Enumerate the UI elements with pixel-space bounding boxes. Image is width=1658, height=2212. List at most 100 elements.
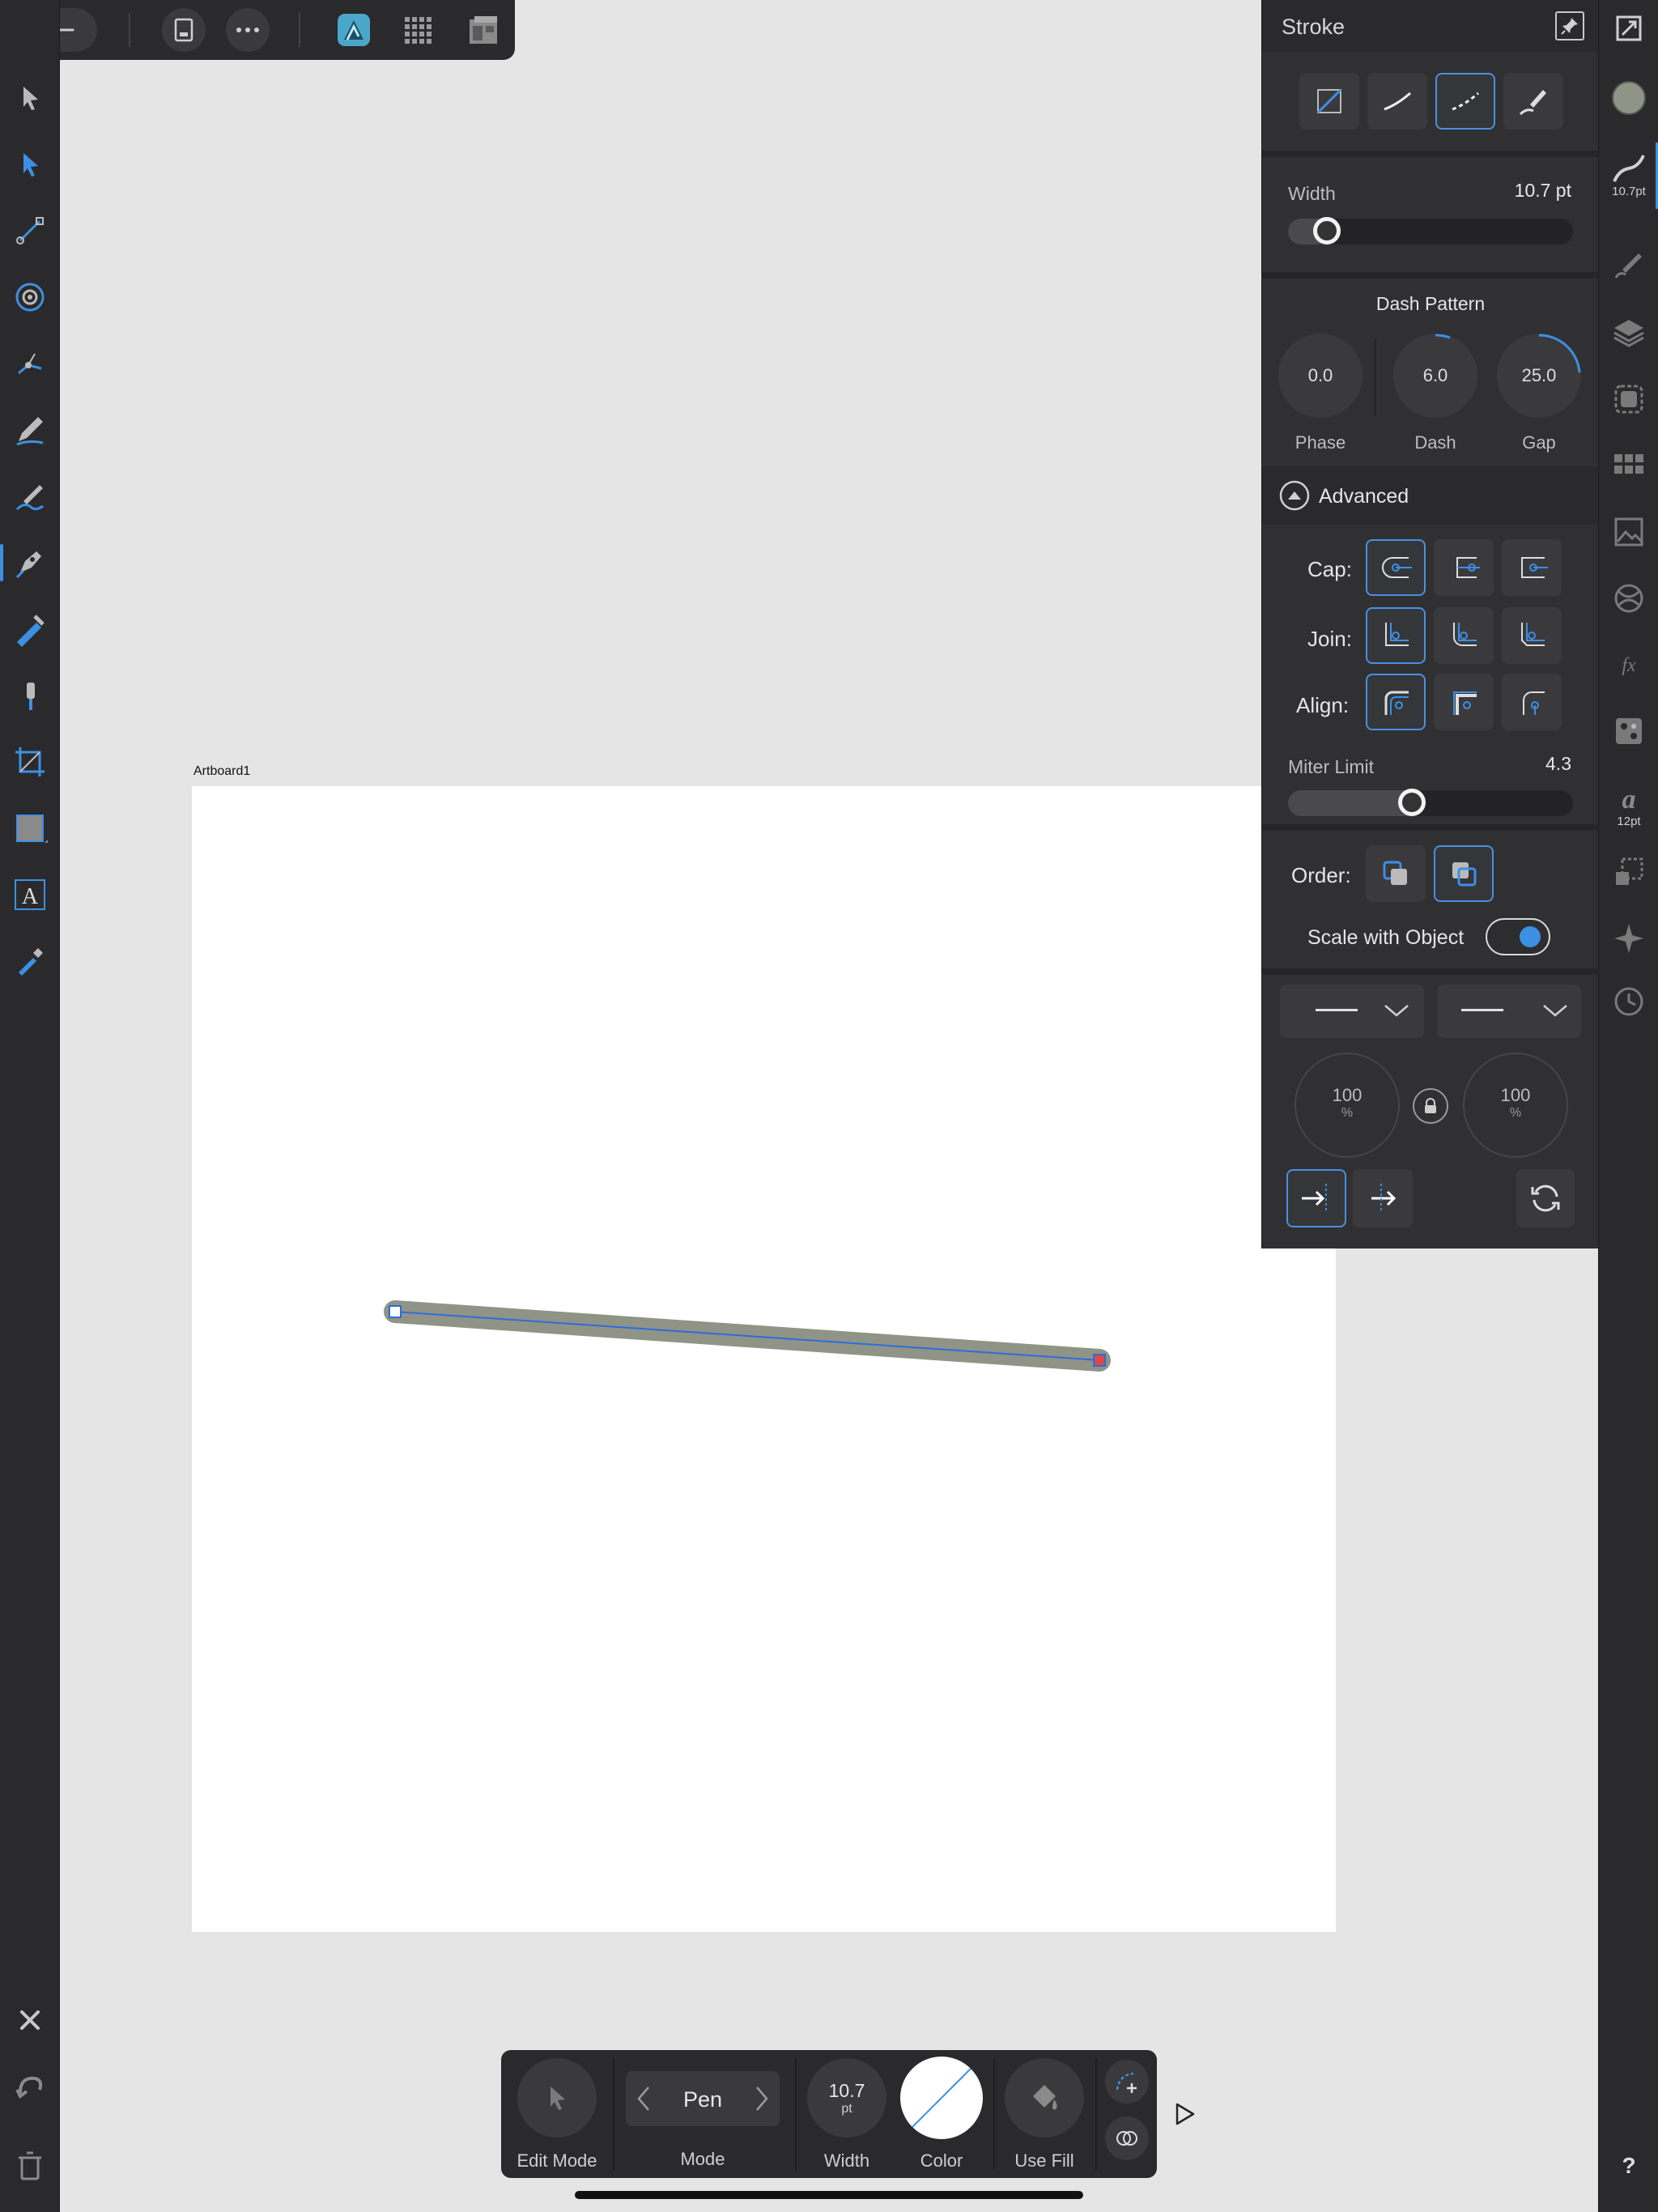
transparency-tool[interactable] [5, 670, 55, 721]
stroke-studio-button[interactable]: 10.7pt [1604, 138, 1654, 211]
undo-icon [15, 2076, 43, 2099]
edit-mode-button[interactable] [517, 2058, 597, 2138]
collapse-icon [1279, 480, 1310, 511]
align-outside-button[interactable] [1502, 674, 1562, 730]
cap-butt-button[interactable] [1366, 539, 1426, 596]
brushes-studio-button[interactable] [1604, 240, 1654, 290]
combine-button[interactable] [1105, 2116, 1149, 2160]
link-scale-button[interactable] [1413, 1088, 1448, 1124]
transform-panel-icon [1616, 857, 1643, 885]
dash-stroke-button[interactable] [1435, 73, 1495, 130]
symbols-studio-button[interactable] [1604, 573, 1654, 623]
width-value[interactable]: 10.7 pt [1515, 180, 1571, 202]
more-button[interactable] [226, 8, 270, 52]
pixel-persona-button[interactable] [396, 8, 440, 52]
pin-panel-button[interactable] [1555, 11, 1584, 40]
assets-studio-button[interactable] [1604, 507, 1654, 557]
align-center-button[interactable] [1366, 674, 1426, 730]
swap-arrowheads-button[interactable] [1516, 1169, 1575, 1227]
cap-round-button[interactable] [1434, 539, 1494, 596]
start-arrowhead-select[interactable] [1280, 985, 1424, 1038]
artboard-tool[interactable] [5, 737, 55, 787]
appearance-studio-button[interactable] [1604, 374, 1654, 424]
scale-with-object-label: Scale with Object [1307, 926, 1465, 949]
navigator-studio-button[interactable] [1604, 913, 1654, 963]
vector-brush-tool[interactable] [5, 471, 55, 521]
add-node-button[interactable] [1105, 2060, 1149, 2104]
effects-studio-button[interactable]: fx [1604, 640, 1654, 690]
history-studio-button[interactable] [1604, 976, 1654, 1027]
width-button[interactable]: 10.7 pt [807, 2058, 886, 2138]
swatches-studio-button[interactable] [1604, 440, 1654, 491]
align-inside-button[interactable] [1434, 674, 1494, 730]
percent-unit: % [1509, 1106, 1522, 1120]
point-transform-tool[interactable] [5, 272, 55, 322]
close-button[interactable] [5, 1995, 55, 2045]
miter-slider-knob[interactable] [1398, 789, 1426, 816]
gap-dial-arc [1538, 334, 1581, 373]
export-persona-button[interactable] [461, 8, 505, 52]
stroke-curve[interactable] [372, 1287, 1117, 1376]
stroke-front-fill-button[interactable] [1434, 845, 1494, 902]
pencil-tool[interactable] [5, 405, 55, 455]
miter-limit-value[interactable]: 4.3 [1545, 753, 1571, 775]
document-button[interactable] [162, 8, 206, 52]
text-tool[interactable]: A [5, 870, 55, 920]
text-styles-studio-button[interactable]: a 12pt [1604, 769, 1654, 839]
undo-button[interactable] [5, 2061, 55, 2112]
fill-tool[interactable] [5, 604, 55, 654]
join-bevel-button[interactable] [1502, 607, 1562, 664]
color-studio-button[interactable] [1604, 73, 1654, 123]
end-scale-value: 100 [1500, 1085, 1531, 1105]
join-round-button[interactable] [1434, 607, 1494, 664]
join-miter-button[interactable] [1366, 607, 1426, 664]
delete-button[interactable] [5, 2141, 55, 2191]
node-tool[interactable] [5, 139, 55, 189]
width-slider-knob[interactable] [1313, 217, 1341, 245]
solid-stroke-button[interactable] [1367, 73, 1427, 130]
vector-crop-tool[interactable] [5, 338, 55, 389]
texture-stroke-button[interactable] [1503, 73, 1563, 130]
end-arrow-scale-dial[interactable]: 100 % [1463, 1053, 1568, 1158]
pencil-icon [16, 417, 44, 446]
phase-dial[interactable]: 0.0 [1278, 334, 1363, 418]
styles-studio-button[interactable] [1604, 706, 1654, 756]
chevron-right-icon[interactable] [754, 2086, 770, 2112]
move-tool[interactable] [5, 73, 55, 123]
start-node[interactable] [389, 1305, 402, 1318]
corner-tool[interactable] [5, 206, 55, 256]
dashed-line-icon [1452, 91, 1479, 111]
no-stroke-icon [1316, 88, 1342, 114]
use-fill-button[interactable] [1005, 2058, 1084, 2138]
color-button[interactable] [900, 2057, 983, 2139]
miter-limit-slider[interactable] [1288, 789, 1573, 816]
rectangle-tool[interactable] [5, 803, 55, 853]
pen-tool[interactable] [0, 538, 55, 588]
transform-panel-button[interactable] [1604, 847, 1654, 897]
text-tool-icon: A [15, 879, 45, 910]
cap-square-button[interactable] [1502, 539, 1562, 596]
scale-with-object-toggle[interactable] [1486, 918, 1550, 955]
layers-studio-button[interactable] [1604, 308, 1654, 358]
mode-selector[interactable]: Pen [626, 2071, 780, 2126]
stroke-icon [1613, 154, 1645, 182]
designer-persona-button[interactable] [332, 8, 376, 52]
transform-studio-button[interactable] [1604, 3, 1654, 53]
arrow-outside-button[interactable] [1353, 1169, 1413, 1227]
start-arrow-scale-dial[interactable]: 100 % [1295, 1053, 1400, 1158]
stroke-behind-fill-button[interactable] [1366, 845, 1426, 902]
expand-toolbar-button[interactable] [1171, 2100, 1198, 2128]
dash-dial[interactable]: 6.0 [1393, 334, 1477, 418]
toolbar-divider [299, 13, 300, 47]
advanced-toggle[interactable]: Advanced [1262, 466, 1599, 525]
width-slider[interactable] [1288, 217, 1573, 245]
gap-dial[interactable]: 25.0 [1497, 334, 1581, 418]
mode-label: Mode [680, 2149, 725, 2169]
export-persona-icon [470, 16, 497, 44]
no-stroke-button[interactable] [1299, 73, 1359, 130]
end-node[interactable] [1093, 1354, 1106, 1367]
end-arrowhead-select[interactable] [1437, 985, 1581, 1038]
help-button[interactable]: ? [1604, 2141, 1654, 2191]
arrow-inside-button[interactable] [1286, 1169, 1346, 1227]
color-picker-tool[interactable] [5, 936, 55, 986]
